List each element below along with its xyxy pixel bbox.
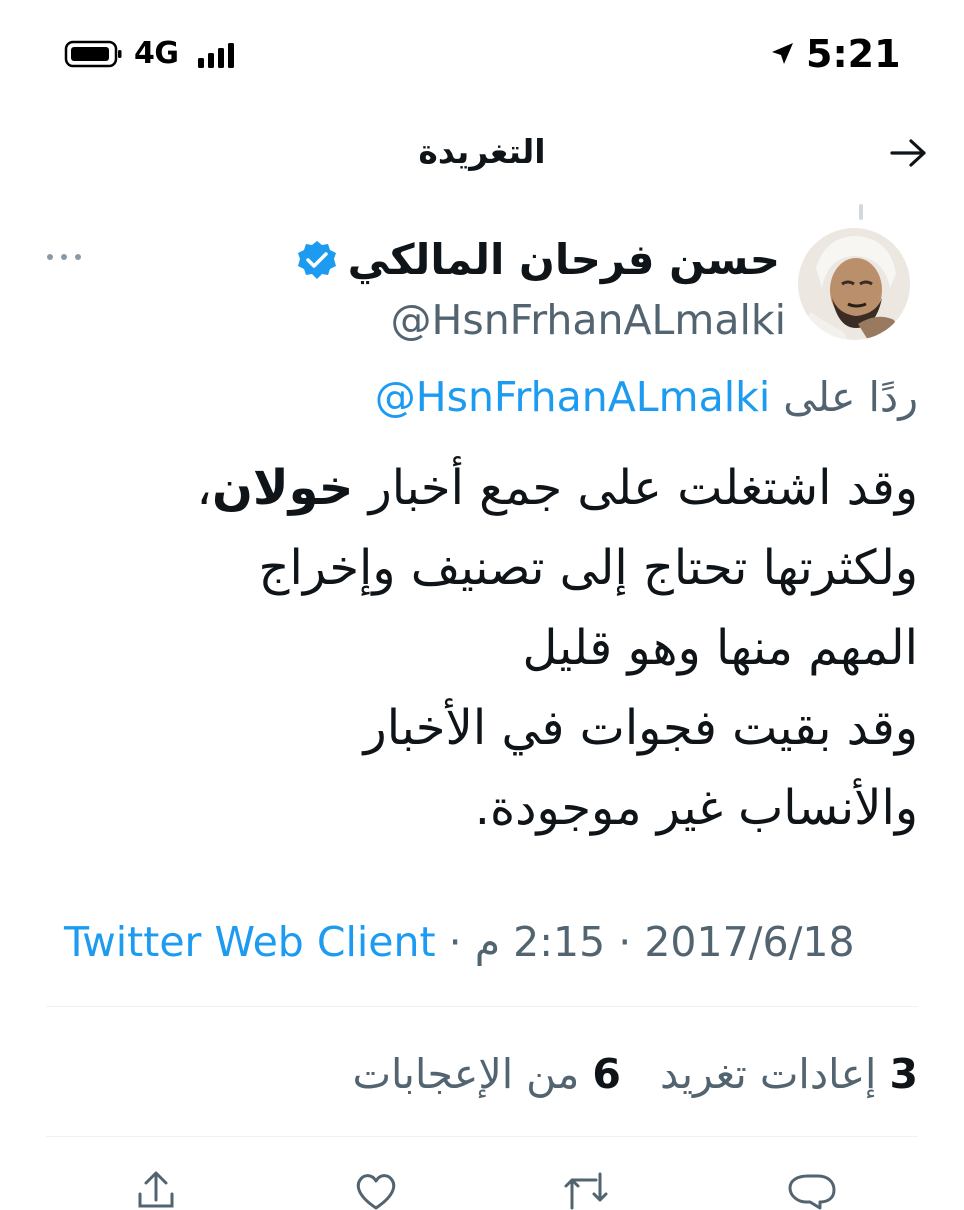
author-name[interactable]: حسن فرحان المالكي xyxy=(348,230,780,290)
author-name-row: حسن فرحان المالكي xyxy=(296,230,780,290)
retweets-count: 3 xyxy=(889,1050,918,1098)
tweet-time: 2:15 م xyxy=(474,918,606,966)
tweet-date: 2017/6/18 xyxy=(644,918,855,966)
reply-icon[interactable] xyxy=(786,1170,838,1210)
signal-icon xyxy=(198,43,234,68)
meta-separator: · xyxy=(448,918,462,966)
retweets-stat[interactable]: 3 إعادات تغريد xyxy=(660,1050,918,1098)
tweet-actions xyxy=(0,1170,964,1210)
status-time: 5:21 xyxy=(806,32,901,76)
avatar-image xyxy=(798,228,910,340)
retweet-icon[interactable] xyxy=(560,1170,612,1210)
reply-prefix: ردًا على xyxy=(783,373,918,421)
location-arrow-icon xyxy=(772,43,793,64)
author-handle[interactable]: @HsnFrhanALmalki xyxy=(391,292,787,348)
tweet-stats: 3 إعادات تغريد 6 من الإعجابات xyxy=(352,1042,918,1106)
battery-icon xyxy=(64,40,122,68)
tweet-meta: Twitter Web Client · 2:15 م · 2017/6/18 xyxy=(64,910,855,974)
verified-badge-icon xyxy=(297,241,336,279)
status-bar: 4G 5:21 xyxy=(0,0,964,100)
arrow-right-icon xyxy=(890,139,926,167)
like-icon[interactable] xyxy=(350,1170,402,1210)
retweets-label: إعادات تغريد xyxy=(660,1050,877,1098)
avatar[interactable] xyxy=(798,228,910,340)
reply-context: ردًا على @HsnFrhanALmalki xyxy=(375,364,918,430)
back-button[interactable] xyxy=(886,130,932,176)
tweet-text: وقد اشتغلت على جمع أخبار خولان، ولكثرتها… xyxy=(38,448,918,848)
divider xyxy=(46,1136,918,1137)
tweet-text-rest: ولكثرتها تحتاج إلى تصنيف وإخراج المهم من… xyxy=(258,540,918,836)
likes-label: من الإعجابات xyxy=(352,1050,580,1098)
thread-connector xyxy=(859,204,863,220)
network-type: 4G xyxy=(134,36,179,71)
divider xyxy=(46,1006,918,1007)
likes-stat[interactable]: 6 من الإعجابات xyxy=(352,1050,620,1098)
likes-count: 6 xyxy=(592,1050,621,1098)
source-link[interactable]: Twitter Web Client xyxy=(64,918,436,966)
reply-mention-link[interactable]: @HsnFrhanALmalki xyxy=(375,373,771,421)
share-icon[interactable] xyxy=(130,1170,182,1210)
meta-separator: · xyxy=(618,918,632,966)
page-title: التغريدة xyxy=(0,128,964,176)
page-title-text: التغريدة xyxy=(418,132,546,171)
tweet-text-line1-end: ، xyxy=(196,460,212,516)
more-options-icon[interactable] xyxy=(44,242,84,272)
tweet-text-bold: خولان xyxy=(211,460,354,516)
header: التغريدة xyxy=(0,100,964,204)
tweet-text-line1-start: وقد اشتغلت على جمع أخبار xyxy=(353,460,918,516)
